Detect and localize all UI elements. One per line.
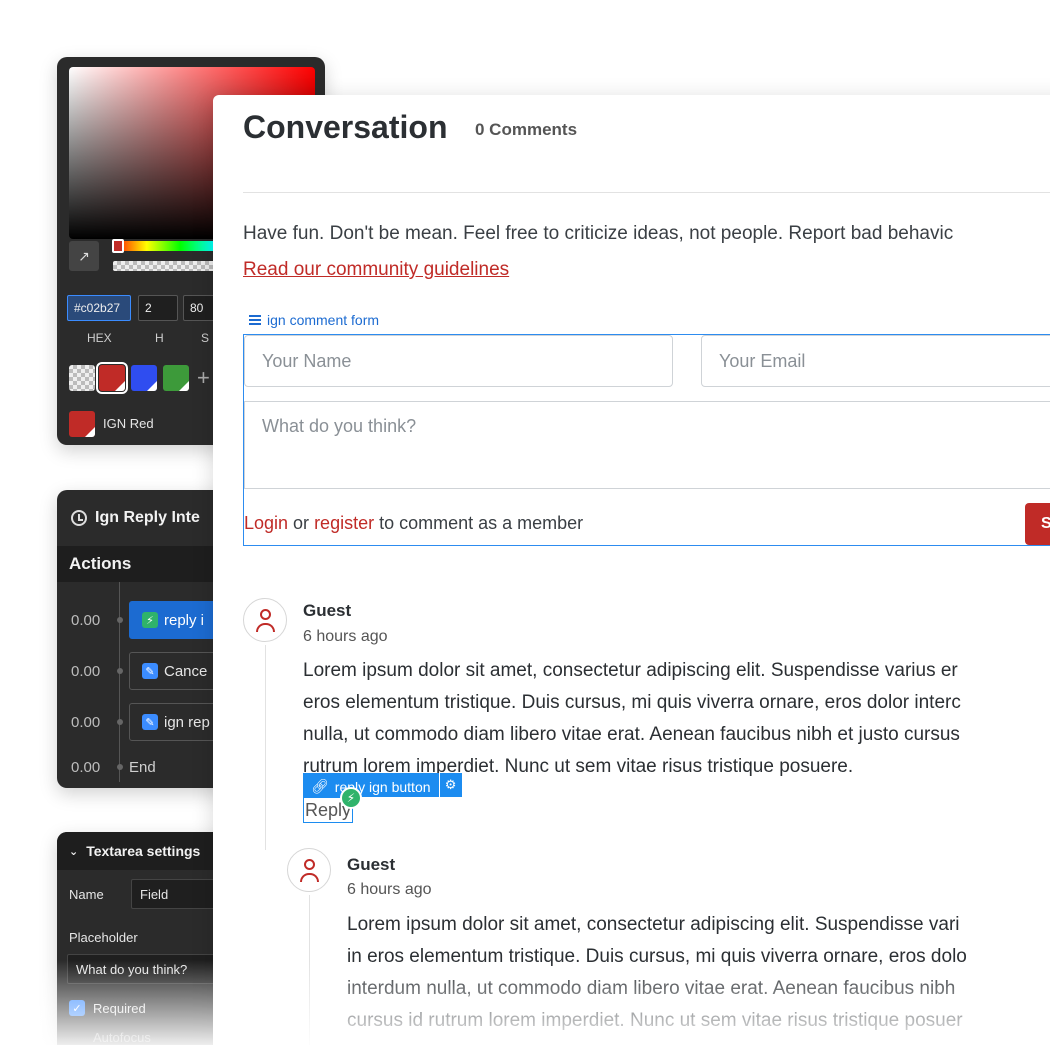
brush-icon: ✎	[142, 714, 158, 730]
hue-label: H	[155, 331, 164, 345]
hex-label: HEX	[87, 331, 112, 345]
comment-textarea[interactable]: What do you think?	[244, 401, 1050, 489]
footer-rest-text: to comment as a member	[374, 513, 584, 533]
swatch-green[interactable]	[163, 365, 189, 391]
add-swatch-icon[interactable]: +	[197, 365, 210, 391]
avatar-icon	[287, 848, 331, 892]
link-icon: 🔗︎	[311, 778, 329, 794]
timeline-time: 0.00	[71, 611, 101, 629]
hex-input[interactable]: #c02b27	[67, 295, 131, 321]
timeline-time: 0.00	[71, 662, 101, 680]
bolt-icon: ⚡	[142, 612, 158, 628]
name-input[interactable]: Your Name	[244, 335, 673, 387]
page-title: Conversation	[243, 109, 448, 145]
comment-form: Your Name Your Email What do you think? …	[243, 334, 1050, 546]
form-footer: Login or register to comment as a member	[244, 513, 583, 534]
interactions-title: Ign Reply Inte	[95, 509, 200, 526]
clock-icon	[71, 510, 87, 526]
conversation-card: Conversation 0 Comments Have fun. Don't …	[213, 95, 1050, 1045]
comment-time: 6 hours ago	[347, 881, 432, 898]
saturation-label: S	[201, 331, 210, 345]
saved-swatch-name: IGN Red	[103, 416, 154, 431]
hue-slider-handle[interactable]	[112, 239, 124, 253]
comment-body: Lorem ipsum dolor sit amet, consectetur …	[347, 914, 967, 1031]
timeline-end-label: End	[129, 758, 156, 776]
submit-button[interactable]: S	[1025, 503, 1050, 545]
reply-tag-label: 🔗︎ reply ign button	[303, 773, 439, 797]
timeline-dot	[117, 719, 123, 725]
footer-or-text: or	[288, 513, 315, 533]
textarea-settings-title: Textarea settings	[86, 843, 201, 859]
comment-count: 0 Comments	[475, 120, 578, 139]
swatch-red[interactable]	[96, 362, 128, 394]
bolt-icon: ⚡	[340, 787, 362, 809]
hue-input[interactable]: 2	[138, 295, 178, 321]
email-input[interactable]: Your Email	[701, 335, 1050, 387]
login-link[interactable]: Login	[244, 513, 288, 533]
timeline-dot	[117, 764, 123, 770]
name-label: Name	[69, 887, 104, 902]
action-chip-label: ign rep	[164, 713, 210, 731]
timeline-time: 0.00	[71, 758, 101, 776]
swatch-transparent[interactable]	[69, 365, 95, 391]
form-tag-label: ign comment form	[267, 312, 380, 328]
form-element-tag[interactable]: ign comment form	[249, 312, 379, 328]
gear-icon[interactable]: ⚙	[439, 773, 462, 797]
thread-line	[309, 895, 310, 1045]
timeline-dot	[117, 668, 123, 674]
timeline-time: 0.00	[71, 713, 101, 731]
comment-body: Lorem ipsum dolor sit amet, consectetur …	[303, 660, 961, 777]
required-checkbox[interactable]: ✓	[69, 1000, 85, 1016]
timeline-dot	[117, 617, 123, 623]
chevron-down-icon: ⌄	[69, 845, 79, 858]
placeholder-label: Placeholder	[69, 930, 138, 945]
thread-line	[265, 645, 266, 850]
brush-icon: ✎	[142, 663, 158, 679]
divider	[243, 192, 1050, 193]
saved-swatch[interactable]	[69, 411, 95, 437]
eyedropper-icon[interactable]: ↗	[69, 241, 99, 271]
comment-author: Guest	[303, 601, 352, 620]
community-intro: Have fun. Don't be mean. Feel free to cr…	[243, 223, 954, 244]
action-chip-label: reply i	[164, 611, 205, 629]
action-chip-label: Cance	[164, 662, 208, 680]
comment-time: 6 hours ago	[303, 628, 388, 645]
autofocus-label: Autofocus	[93, 1030, 151, 1045]
form-icon	[249, 315, 261, 325]
reply-element-tag[interactable]: 🔗︎ reply ign button ⚙	[303, 773, 462, 797]
guidelines-link[interactable]: Read our community guidelines	[243, 259, 509, 281]
required-label: Required	[93, 1001, 146, 1016]
avatar-icon	[243, 598, 287, 642]
register-link[interactable]: register	[314, 513, 374, 533]
comment-author: Guest	[347, 855, 396, 874]
swatch-blue[interactable]	[131, 365, 157, 391]
